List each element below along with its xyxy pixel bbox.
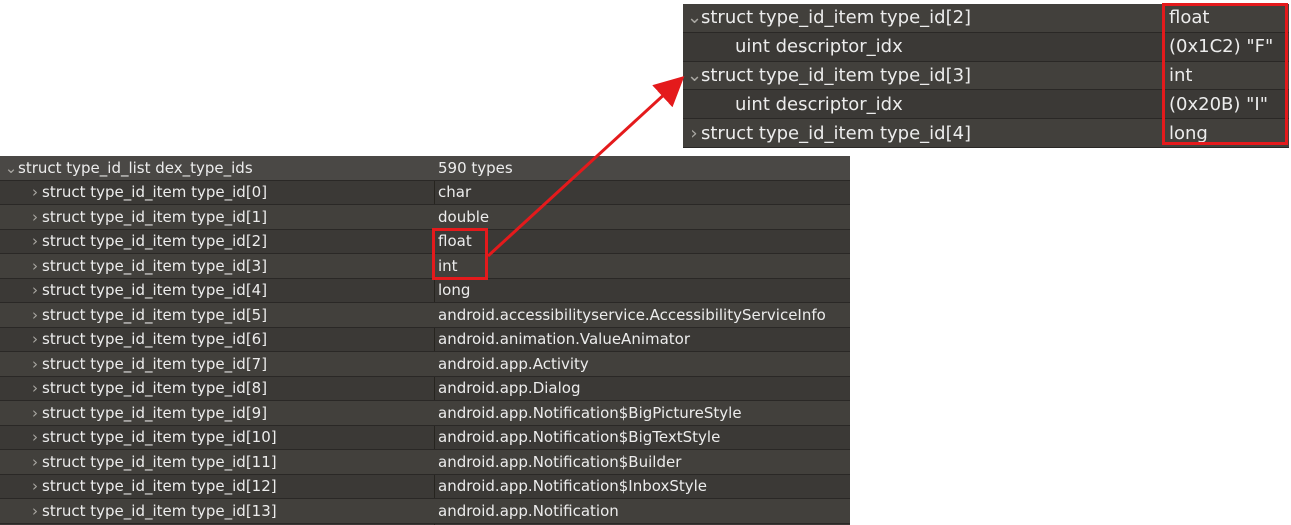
row-value: float (438, 232, 472, 251)
tree-row[interactable]: › struct type_id_item type_id[11] android.… (0, 450, 850, 475)
chevron-right-icon[interactable]: › (28, 183, 42, 201)
tree-row[interactable]: › struct type_id_item type_id[6] android.a… (0, 328, 850, 352)
chevron-right-icon[interactable]: › (28, 477, 42, 495)
row-name: struct type_id_item type_id[11] (42, 452, 277, 471)
zoomed-type-ids-tree: ⌄ struct type_id_item type_id[2] float uin… (683, 4, 1289, 148)
tree-row[interactable]: › struct type_id_item type_id[12] android.… (0, 475, 850, 499)
row-name: struct type_id_item type_id[12] (42, 477, 277, 496)
tree-row-type-id-3[interactable]: ⌄ struct type_id_item type_id[3] int (683, 61, 1289, 91)
row-name: struct type_id_item type_id[7] (42, 354, 268, 373)
row-name: struct type_id_item type_id[10] (42, 428, 277, 447)
row-name: struct type_id_item type_id[2] (42, 232, 268, 251)
row-value: android.app.Notification (438, 501, 619, 520)
row-value: double (438, 207, 490, 226)
row-name: struct type_id_list dex_type_ids (18, 158, 253, 177)
row-name: struct type_id_item type_id[4] (42, 281, 268, 300)
row-value: (0x1C2) "F" (1169, 36, 1274, 58)
row-name: struct type_id_item type_id[5] (42, 305, 268, 324)
tree-row-type-id-4[interactable]: › struct type_id_item type_id[4] long (683, 119, 1289, 148)
chevron-right-icon[interactable]: › (28, 502, 42, 520)
row-name: struct type_id_item type_id[13] (42, 501, 277, 520)
chevron-right-icon[interactable]: › (28, 404, 42, 422)
chevron-right-icon[interactable]: › (28, 281, 42, 299)
tree-row[interactable]: › struct type_id_item type_id[9] android.a… (0, 401, 850, 426)
chevron-right-icon[interactable]: › (28, 428, 42, 446)
row-value: int (1169, 64, 1193, 86)
tree-row[interactable]: › struct type_id_item type_id[1] double (0, 205, 850, 230)
tree-row[interactable]: › struct type_id_item type_id[4] long (0, 279, 850, 303)
row-name: uint descriptor_idx (735, 93, 903, 115)
row-value: android.app.Notification$InboxStyle (438, 477, 708, 496)
chevron-right-icon[interactable]: › (28, 257, 42, 275)
row-value: android.app.Activity (438, 354, 589, 373)
tree-row-dex-type-ids[interactable]: ⌄ struct type_id_list dex_type_ids 590 t… (0, 156, 850, 181)
tree-row[interactable]: › struct type_id_item type_id[7] android.a… (0, 352, 850, 377)
chevron-right-icon[interactable]: › (28, 453, 42, 471)
row-value: long (1169, 122, 1208, 144)
chevron-right-icon[interactable]: › (28, 306, 42, 324)
type-ids-tree: ⌄ struct type_id_list dex_type_ids 590 t… (0, 156, 850, 525)
row-value: android.app.Dialog (438, 379, 581, 398)
tree-row[interactable]: › struct type_id_item type_id[8] android.a… (0, 377, 850, 401)
tree-row-type-id-2[interactable]: ⌄ struct type_id_item type_id[2] float (683, 4, 1289, 33)
row-value: char (438, 183, 472, 202)
tree-row[interactable]: › struct type_id_item type_id[2] float (0, 230, 850, 254)
chevron-down-icon[interactable]: ⌄ (4, 159, 18, 177)
row-name: struct type_id_item type_id[9] (42, 403, 268, 422)
chevron-right-icon[interactable]: › (28, 232, 42, 250)
row-name: struct type_id_item type_id[4] (701, 122, 972, 144)
row-name: struct type_id_item type_id[3] (42, 256, 268, 275)
row-value: android.accessibilityservice.Accessibili… (438, 305, 826, 324)
tree-row[interactable]: › struct type_id_item type_id[0] char (0, 181, 850, 205)
row-value: float (1169, 7, 1210, 29)
tree-row[interactable]: › struct type_id_item type_id[13] android.… (0, 499, 850, 524)
chevron-right-icon[interactable]: › (28, 330, 42, 348)
row-name: struct type_id_item type_id[3] (701, 64, 972, 86)
row-name: struct type_id_item type_id[1] (42, 207, 268, 226)
tree-row-descriptor-idx[interactable]: uint descriptor_idx (0x20B) "I" (683, 90, 1289, 120)
row-name: struct type_id_item type_id[6] (42, 330, 268, 349)
chevron-right-icon[interactable]: › (28, 355, 42, 373)
tree-row[interactable]: › struct type_id_item type_id[5] android.a… (0, 303, 850, 328)
row-name: struct type_id_item type_id[8] (42, 379, 268, 398)
tree-row[interactable]: › struct type_id_item type_id[3] int (0, 254, 850, 279)
row-name: struct type_id_item type_id[2] (701, 7, 972, 29)
row-value: int (438, 256, 458, 275)
row-value: android.app.Notification$BigPictureStyle (438, 403, 742, 422)
tree-row-descriptor-idx[interactable]: uint descriptor_idx (0x1C2) "F" (683, 33, 1289, 62)
row-name: struct type_id_item type_id[0] (42, 183, 268, 202)
chevron-right-icon[interactable]: › (687, 123, 701, 144)
row-name: uint descriptor_idx (735, 36, 903, 58)
chevron-right-icon[interactable]: › (28, 379, 42, 397)
row-value: long (438, 281, 471, 300)
row-value: 590 types (438, 158, 513, 177)
row-value: android.app.Notification$BigTextStyle (438, 428, 721, 447)
chevron-down-icon[interactable]: ⌄ (687, 7, 702, 28)
row-value: (0x20B) "I" (1169, 93, 1268, 115)
tree-row[interactable]: › struct type_id_item type_id[10] android.… (0, 426, 850, 450)
row-value: android.app.Notification$Builder (438, 452, 682, 471)
chevron-right-icon[interactable]: › (28, 208, 42, 226)
row-value: android.animation.ValueAnimator (438, 330, 691, 349)
chevron-down-icon[interactable]: ⌄ (687, 65, 702, 86)
